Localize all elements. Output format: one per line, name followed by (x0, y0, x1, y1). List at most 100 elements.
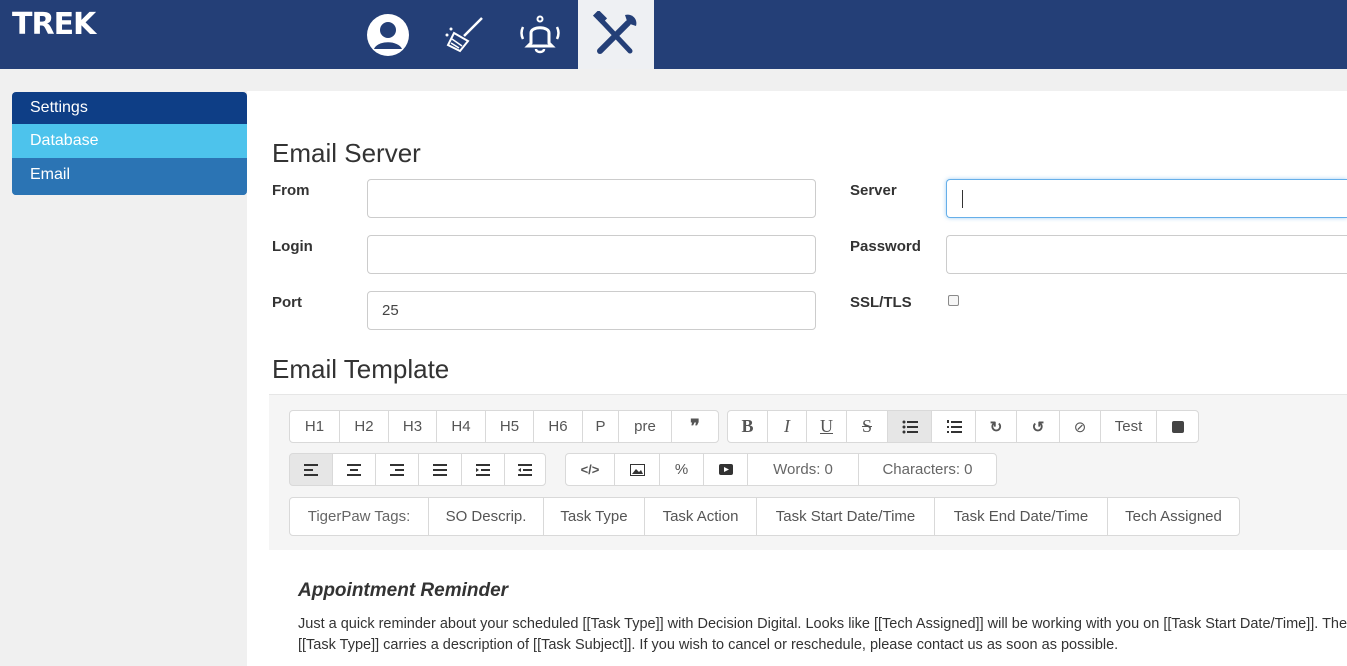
tag-task-type-button[interactable]: Task Type (543, 497, 645, 536)
blockquote-button[interactable]: ❞ (671, 410, 719, 443)
sidebar-item-settings[interactable]: Settings (12, 92, 247, 124)
bold-button[interactable]: B (727, 410, 768, 443)
insert-link-button[interactable]: % (659, 453, 704, 486)
undo-button[interactable]: ↺ (1016, 410, 1060, 443)
template-editor-body[interactable]: Appointment Reminder Just a quick remind… (269, 550, 1347, 666)
underline-button[interactable]: U (806, 410, 847, 443)
sidebar-menu: Settings Database Email (12, 92, 247, 195)
login-label: Login (272, 238, 313, 255)
align-left-button[interactable] (289, 453, 333, 486)
h1-button[interactable]: H1 (289, 410, 340, 443)
outdent-icon (518, 463, 532, 476)
undo-icon: ↺ (1031, 418, 1045, 436)
top-navbar: TREK (0, 0, 1347, 69)
word-count: Words: 0 (747, 453, 859, 486)
align-button-group (289, 453, 546, 486)
tag-task-action-button[interactable]: Task Action (644, 497, 757, 536)
nav-notifications-button[interactable] (502, 0, 578, 69)
pre-button[interactable]: pre (618, 410, 672, 443)
stop-button[interactable] (1156, 410, 1199, 443)
numbered-list-button[interactable] (931, 410, 976, 443)
email-server-heading: Email Server (272, 138, 421, 168)
italic-button[interactable]: I (767, 410, 807, 443)
h5-button[interactable]: H5 (485, 410, 534, 443)
indent-icon (476, 463, 490, 476)
code-icon: </> (580, 462, 600, 477)
main-content: Email Server From Server Login Password … (247, 91, 1347, 666)
logo-text: TREK (12, 6, 96, 42)
nav-icon-bar (350, 0, 654, 69)
html-source-button[interactable]: </> (565, 453, 615, 486)
login-input[interactable] (367, 235, 816, 274)
tigerpaw-tags-label: TigerPaw Tags: (289, 497, 429, 536)
strikethrough-button[interactable]: S (846, 410, 888, 443)
align-right-icon (390, 463, 404, 476)
email-template-heading: Email Template (272, 354, 450, 384)
align-center-icon (347, 463, 361, 476)
bullet-list-button[interactable] (887, 410, 932, 443)
server-input[interactable] (946, 179, 1347, 218)
from-input[interactable] (367, 179, 816, 218)
stop-icon (1171, 420, 1184, 433)
ssl-tls-checkbox[interactable] (948, 295, 959, 306)
insert-button-group: </> % Words: 0 Characters: 0 (565, 453, 997, 486)
align-center-button[interactable] (332, 453, 376, 486)
link-icon: % (674, 461, 689, 478)
editor-toolbar: H1 H2 H3 H4 H5 H6 P pre ❞ B I U S ↻ ↺ ⊘ … (269, 394, 1347, 550)
numbered-list-icon (946, 419, 962, 433)
insert-image-button[interactable] (614, 453, 660, 486)
clear-format-button[interactable]: ⊘ (1059, 410, 1101, 443)
headings-button-group: H1 H2 H3 H4 H5 H6 P pre ❞ (289, 410, 719, 443)
quote-icon: ❞ (690, 416, 700, 436)
tools-icon (592, 10, 637, 54)
template-body-text: Just a quick reminder about your schedul… (298, 616, 1347, 653)
password-input[interactable] (946, 235, 1347, 274)
user-icon (367, 13, 409, 56)
justify-icon (433, 463, 447, 476)
sidebar-item-database[interactable]: Database (12, 124, 247, 158)
align-right-button[interactable] (375, 453, 419, 486)
sidebar: Settings Database Email (0, 91, 247, 666)
nav-settings-button[interactable] (578, 0, 654, 69)
sidebar-item-email[interactable]: Email (12, 158, 247, 195)
trek-logo[interactable]: TREK (12, 7, 96, 42)
nav-user-button[interactable] (350, 0, 426, 69)
paragraph-button[interactable]: P (582, 410, 619, 443)
tag-tech-assigned-button[interactable]: Tech Assigned (1107, 497, 1240, 536)
subheader-strip (0, 69, 1347, 91)
justify-button[interactable] (418, 453, 462, 486)
tag-so-description-button[interactable]: SO Descrip. (428, 497, 544, 536)
sidebar-item-label: Database (30, 132, 99, 149)
insert-video-button[interactable] (703, 453, 748, 486)
redo-icon: ↻ (989, 418, 1003, 436)
sidebar-item-label: Settings (30, 99, 88, 116)
h3-button[interactable]: H3 (388, 410, 437, 443)
from-label: From (272, 182, 310, 199)
test-button[interactable]: Test (1100, 410, 1157, 443)
indent-button[interactable] (461, 453, 505, 486)
tigerpaw-tags-group: TigerPaw Tags: SO Descrip. Task Type Tas… (289, 497, 1240, 536)
outdent-button[interactable] (504, 453, 546, 486)
bullet-list-icon (902, 420, 918, 433)
sidebar-item-label: Email (30, 166, 71, 183)
template-title: Appointment Reminder (298, 580, 509, 601)
h2-button[interactable]: H2 (339, 410, 389, 443)
video-icon (718, 464, 733, 475)
redo-button[interactable]: ↻ (975, 410, 1017, 443)
ssl-tls-label: SSL/TLS (850, 294, 912, 311)
broom-icon (445, 16, 483, 52)
server-label: Server (850, 182, 897, 199)
port-input[interactable]: 25 (367, 291, 816, 330)
tag-task-start-button[interactable]: Task Start Date/Time (756, 497, 935, 536)
tag-task-end-button[interactable]: Task End Date/Time (934, 497, 1108, 536)
text-caret (962, 190, 963, 208)
clear-format-icon: ⊘ (1073, 418, 1087, 436)
h4-button[interactable]: H4 (436, 410, 486, 443)
image-icon (629, 463, 645, 476)
character-count: Characters: 0 (858, 453, 997, 486)
align-left-icon (304, 463, 318, 476)
format-button-group: B I U S ↻ ↺ ⊘ Test (727, 410, 1199, 443)
nav-clean-button[interactable] (426, 0, 502, 69)
h6-button[interactable]: H6 (533, 410, 583, 443)
port-label: Port (272, 294, 302, 311)
